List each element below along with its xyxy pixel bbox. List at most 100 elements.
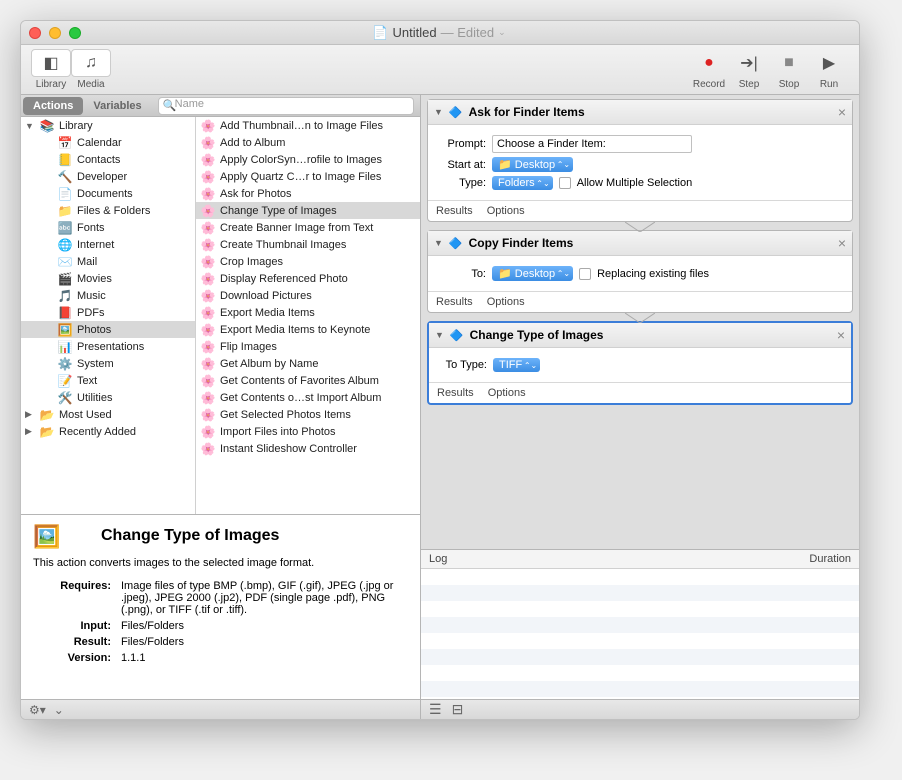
minimize-window-button[interactable] — [49, 27, 61, 39]
category-icon: 🛠️ — [57, 390, 73, 406]
category-item[interactable]: 🎵Music — [21, 287, 195, 304]
category-item[interactable]: ✉️ Mail — [21, 253, 195, 270]
select-dropdown[interactable]: 📁 Desktop — [492, 266, 573, 281]
action-item[interactable]: 🌸Flip Images — [196, 338, 420, 355]
action-icon: 🌸 — [200, 407, 216, 423]
action-item[interactable]: 🌸Get Album by Name — [196, 355, 420, 372]
action-item[interactable]: 🌸Ask for Photos — [196, 185, 420, 202]
step-icon: 🔷 — [449, 237, 463, 250]
workflow-step[interactable]: ▼🔷Ask for Finder Items×Prompt:Start at:📁… — [427, 99, 853, 222]
flow-view-icon[interactable]: ⊟ — [452, 701, 464, 718]
close-icon[interactable]: × — [838, 235, 846, 251]
category-item[interactable]: 📝Text — [21, 372, 195, 389]
category-item[interactable]: 🖼️Photos — [21, 321, 195, 338]
disclosure-triangle-icon[interactable]: ▶ — [25, 409, 35, 420]
action-icon: 🌸 — [200, 152, 216, 168]
category-item[interactable]: 📊Presentations — [21, 338, 195, 355]
category-label: Developer — [77, 171, 127, 183]
options-button[interactable]: Options — [487, 296, 525, 308]
action-item[interactable]: 🌸Export Media Items to Keynote — [196, 321, 420, 338]
media-button[interactable]: ♫ Media — [71, 49, 111, 90]
select-dropdown[interactable]: 📁 Desktop — [492, 157, 573, 172]
results-button[interactable]: Results — [437, 387, 474, 399]
close-window-button[interactable] — [29, 27, 41, 39]
action-item[interactable]: 🌸Create Thumbnail Images — [196, 236, 420, 253]
select-dropdown[interactable]: Folders — [492, 176, 553, 190]
category-item[interactable]: 🎬Movies — [21, 270, 195, 287]
disclosure-triangle-icon[interactable]: ▼ — [434, 107, 443, 117]
category-item[interactable]: 📅Calendar — [21, 134, 195, 151]
search-input[interactable]: 🔍 Name — [158, 97, 414, 115]
select-dropdown[interactable]: TIFF — [493, 358, 540, 372]
category-item[interactable]: ▼📚Library — [21, 117, 195, 134]
action-item[interactable]: 🌸Get Contents o…st Import Album — [196, 389, 420, 406]
action-list[interactable]: 🌸Add Thumbnail…n to Image Files🌸Add to A… — [196, 117, 420, 514]
record-button[interactable]: ● Record — [689, 49, 729, 90]
results-button[interactable]: Results — [436, 296, 473, 308]
run-button[interactable]: ▶ Run — [809, 49, 849, 90]
action-item[interactable]: 🌸Download Pictures — [196, 287, 420, 304]
action-item[interactable]: 🌸Apply ColorSyn…rofile to Images — [196, 151, 420, 168]
action-item[interactable]: 🌸Add Thumbnail…n to Image Files — [196, 117, 420, 134]
disclosure-triangle-icon[interactable]: ▶ — [25, 426, 35, 437]
title-dropdown-icon[interactable]: ⌄ — [498, 27, 506, 38]
action-item[interactable]: 🌸Import Files into Photos — [196, 423, 420, 440]
category-item[interactable]: ▶📂Most Used — [21, 406, 195, 423]
category-icon: 🔤 — [57, 220, 73, 236]
stop-button[interactable]: ■ Stop — [769, 49, 809, 90]
close-icon[interactable]: × — [838, 104, 846, 120]
disclosure-triangle-icon[interactable]: ▼ — [25, 121, 35, 131]
category-item[interactable]: 📁Files & Folders — [21, 202, 195, 219]
action-item[interactable]: 🌸Add to Album — [196, 134, 420, 151]
action-item[interactable]: 🌸Crop Images — [196, 253, 420, 270]
disclosure-triangle-icon[interactable]: ▼ — [434, 238, 443, 248]
action-label: Display Referenced Photo — [220, 273, 348, 285]
action-item[interactable]: 🌸Create Banner Image from Text — [196, 219, 420, 236]
library-toggle-button[interactable]: ◧ Library — [31, 49, 71, 90]
category-item[interactable]: 📄Documents — [21, 185, 195, 202]
step-header[interactable]: ▼🔷Change Type of Images× — [429, 323, 851, 348]
step-header[interactable]: ▼🔷Copy Finder Items× — [428, 231, 852, 256]
text-input[interactable] — [492, 135, 692, 153]
action-item[interactable]: 🌸Instant Slideshow Controller — [196, 440, 420, 457]
options-button[interactable]: Options — [487, 205, 525, 217]
category-item[interactable]: 🔤Fonts — [21, 219, 195, 236]
category-item[interactable]: 📒Contacts — [21, 151, 195, 168]
tab-actions[interactable]: Actions — [23, 97, 83, 115]
step-button[interactable]: ➔| Step — [729, 49, 769, 90]
workflow-step[interactable]: ▼🔷Copy Finder Items×To:📁 DesktopReplacin… — [427, 230, 853, 313]
category-item[interactable]: ▶📂Recently Added — [21, 423, 195, 440]
list-view-icon[interactable]: ☰ — [429, 701, 442, 718]
action-item[interactable]: 🌸Change Type of Images — [196, 202, 420, 219]
checkbox[interactable] — [559, 177, 571, 189]
action-item[interactable]: 🌸Export Media Items — [196, 304, 420, 321]
action-item[interactable]: 🌸Get Selected Photos Items — [196, 406, 420, 423]
action-label: Add to Album — [220, 137, 285, 149]
category-label: Mail — [77, 256, 97, 268]
category-item[interactable]: 🔨Developer — [21, 168, 195, 185]
tab-variables[interactable]: Variables — [83, 97, 151, 115]
zoom-window-button[interactable] — [69, 27, 81, 39]
options-button[interactable]: Options — [488, 387, 526, 399]
info-requires: Image files of type BMP (.bmp), GIF (.gi… — [117, 579, 406, 617]
category-label: System — [77, 358, 114, 370]
workflow-area[interactable]: ▼🔷Ask for Finder Items×Prompt:Start at:📁… — [421, 95, 859, 549]
results-button[interactable]: Results — [436, 205, 473, 217]
collapse-icon[interactable]: ⌄ — [54, 703, 64, 717]
category-item[interactable]: 🛠️Utilities — [21, 389, 195, 406]
close-icon[interactable]: × — [837, 327, 845, 343]
category-item[interactable]: ⚙️System — [21, 355, 195, 372]
action-item[interactable]: 🌸Apply Quartz C…r to Image Files — [196, 168, 420, 185]
category-item[interactable]: 🌐Internet — [21, 236, 195, 253]
category-list[interactable]: ▼📚Library📅Calendar📒Contacts🔨Developer📄Do… — [21, 117, 196, 514]
workflow-step[interactable]: ▼🔷Change Type of Images×To Type:TIFFResu… — [427, 321, 853, 405]
step-header[interactable]: ▼🔷Ask for Finder Items× — [428, 100, 852, 125]
category-item[interactable]: 📕PDFs — [21, 304, 195, 321]
category-icon: ✉️ — [57, 254, 73, 270]
category-icon: 📄 — [57, 186, 73, 202]
gear-icon[interactable]: ⚙︎▾ — [29, 703, 46, 717]
action-item[interactable]: 🌸Get Contents of Favorites Album — [196, 372, 420, 389]
checkbox[interactable] — [579, 268, 591, 280]
action-item[interactable]: 🌸Display Referenced Photo — [196, 270, 420, 287]
disclosure-triangle-icon[interactable]: ▼ — [435, 330, 444, 340]
